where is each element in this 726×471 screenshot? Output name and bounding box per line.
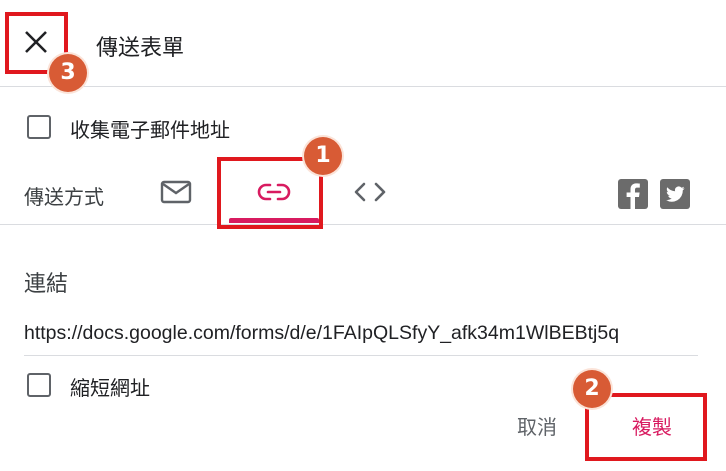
embed-tab[interactable] bbox=[352, 180, 388, 208]
annotation-badge-1: 1 bbox=[304, 137, 342, 175]
header-divider bbox=[0, 86, 726, 87]
envelope-icon bbox=[160, 180, 192, 204]
annotation-badge-3: 3 bbox=[49, 54, 87, 92]
annotation-box-link-tab bbox=[217, 157, 323, 229]
url-field[interactable]: https://docs.google.com/forms/d/e/1FAIpQ… bbox=[24, 322, 698, 345]
twitter-button[interactable] bbox=[660, 179, 690, 209]
dialog-title: 傳送表單 bbox=[96, 36, 185, 61]
shorten-url-label: 縮短網址 bbox=[70, 376, 150, 400]
email-tab[interactable] bbox=[160, 179, 192, 209]
send-via-label: 傳送方式 bbox=[24, 185, 104, 209]
link-section-title: 連結 bbox=[24, 272, 69, 297]
annotation-badge-2: 2 bbox=[573, 370, 611, 408]
cancel-button[interactable]: 取消 bbox=[504, 405, 570, 449]
section-divider bbox=[0, 224, 726, 225]
facebook-icon bbox=[626, 183, 640, 209]
twitter-icon bbox=[666, 186, 685, 202]
shorten-url-checkbox[interactable] bbox=[27, 373, 51, 397]
collect-email-checkbox[interactable] bbox=[27, 115, 51, 139]
code-icon bbox=[354, 182, 386, 202]
url-field-underline bbox=[24, 355, 698, 356]
collect-email-label: 收集電子郵件地址 bbox=[70, 118, 230, 142]
facebook-button[interactable] bbox=[618, 179, 648, 209]
